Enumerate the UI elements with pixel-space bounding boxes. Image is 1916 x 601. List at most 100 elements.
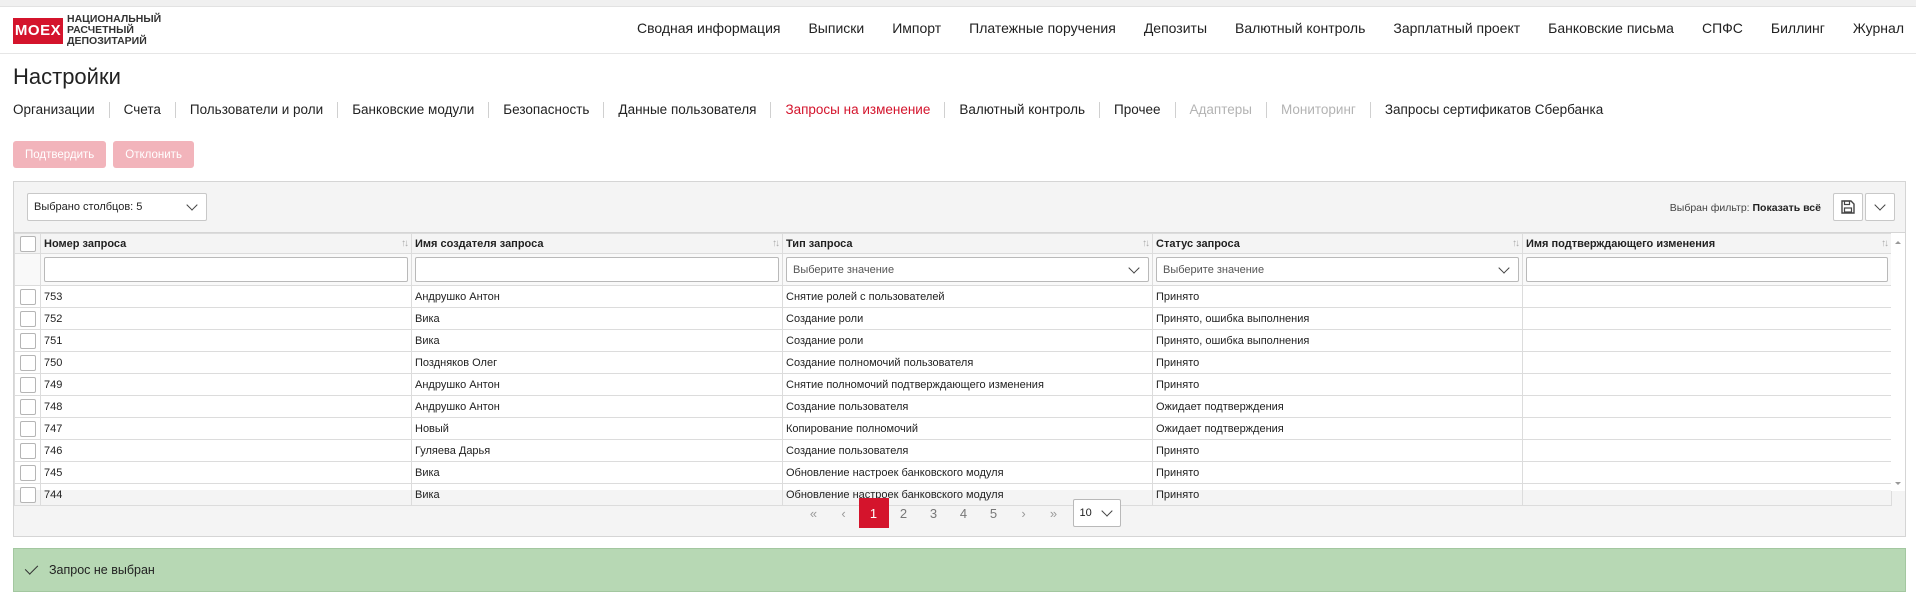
sort-icon[interactable]: ↑↓: [1881, 238, 1889, 249]
table-cell: [1522, 417, 1892, 440]
nav-item[interactable]: СПФС: [1702, 20, 1743, 36]
grid-menu-button[interactable]: [1865, 193, 1895, 221]
row-checkbox[interactable]: [19, 442, 36, 459]
table-cell: 751: [40, 329, 412, 352]
reject-button[interactable]: Отклонить: [113, 141, 194, 168]
settings-tab[interactable]: Запросы на изменение: [770, 102, 944, 118]
table-row[interactable]: 747 Новый Копирование полномочий Ожидает по…: [14, 417, 1892, 440]
nav-item[interactable]: Выписки: [808, 20, 864, 36]
number-filter-input[interactable]: [44, 257, 408, 282]
row-select-cell: [14, 461, 41, 484]
settings-tab[interactable]: Безопасность: [488, 102, 603, 118]
page-button[interactable]: 4: [949, 498, 979, 528]
scroll-up-icon[interactable]: [1891, 237, 1905, 247]
filter-cell-status: Выберите значение: [1152, 253, 1523, 286]
confirm-button[interactable]: Подтвердить: [13, 141, 107, 168]
table-row[interactable]: 748 Андрушко Антон Создание пользователя Ож…: [14, 395, 1892, 418]
table-cell: Вика: [411, 461, 783, 484]
settings-tab[interactable]: Мониторинг: [1265, 102, 1370, 118]
nav-item[interactable]: Платежные поручения: [969, 20, 1116, 36]
filter-info: Выбран фильтр: Показать всё: [1670, 202, 1821, 214]
table-row[interactable]: 752 Вика Создание роли Принято, ошибка выпо…: [14, 307, 1892, 330]
row-checkbox[interactable]: [19, 420, 36, 437]
table-row[interactable]: 751 Вика Создание роли Принято, ошибка выпо…: [14, 329, 1892, 352]
notice-text: Запрос не выбран: [49, 563, 155, 577]
row-checkbox[interactable]: [19, 288, 36, 305]
nav-item[interactable]: Биллинг: [1771, 20, 1825, 36]
nav-item[interactable]: Депозиты: [1144, 20, 1207, 36]
sort-icon[interactable]: ↑↓: [772, 238, 780, 249]
page-button[interactable]: 5: [979, 498, 1009, 528]
nav-item[interactable]: Валютный контроль: [1235, 20, 1365, 36]
vertical-scrollbar[interactable]: [1891, 233, 1905, 491]
row-checkbox[interactable]: [19, 310, 36, 327]
page-button[interactable]: 1: [858, 498, 889, 528]
settings-tab[interactable]: Прочее: [1099, 102, 1174, 118]
table-cell: 748: [40, 395, 412, 418]
nav-item[interactable]: Зарплатный проект: [1393, 20, 1520, 36]
nav-item[interactable]: Банковские письма: [1548, 20, 1674, 36]
sort-icon[interactable]: ↑↓: [1142, 238, 1150, 249]
logo-mark: MOEX: [13, 17, 63, 44]
column-header[interactable]: Номер запроса ↑↓: [40, 233, 412, 254]
table-cell: [1522, 329, 1892, 352]
next-page-button[interactable]: ›: [1009, 498, 1039, 528]
nav-item[interactable]: Сводная информация: [637, 20, 781, 36]
page-button[interactable]: 2: [889, 498, 919, 528]
first-page-button[interactable]: «: [799, 498, 829, 528]
row-checkbox[interactable]: [19, 332, 36, 349]
pagination: « ‹ 12345 › » 10: [14, 490, 1905, 536]
page-size-value: 10: [1079, 507, 1092, 519]
type-filter-select[interactable]: Выберите значение: [786, 257, 1149, 282]
column-header[interactable]: Имя создателя запроса ↑↓: [411, 233, 783, 254]
last-page-button[interactable]: »: [1039, 498, 1069, 528]
row-checkbox[interactable]: [19, 354, 36, 371]
select-all-checkbox[interactable]: [19, 235, 36, 252]
row-checkbox[interactable]: [19, 464, 36, 481]
scroll-down-icon[interactable]: [1891, 479, 1905, 489]
header-row: Номер запроса ↑↓ Имя создателя запроса ↑↓ Ти…: [14, 233, 1892, 254]
settings-tab[interactable]: Пользователи и роли: [174, 102, 337, 118]
nav-item[interactable]: Журнал: [1853, 20, 1904, 36]
settings-tab[interactable]: Данные пользователя: [603, 102, 770, 118]
settings-tab[interactable]: Организации: [13, 102, 109, 118]
table-cell: [1522, 461, 1892, 484]
page-size-select[interactable]: 10: [1072, 499, 1121, 527]
approver-filter-input[interactable]: [1526, 257, 1888, 282]
settings-tab[interactable]: Адаптеры: [1174, 102, 1266, 118]
table-row[interactable]: 749 Андрушко Антон Снятие полномочий подтв…: [14, 373, 1892, 396]
row-checkbox[interactable]: [19, 376, 36, 393]
table-row[interactable]: 746 Гуляева Дарья Создание пользователя При…: [14, 439, 1892, 462]
save-filter-button[interactable]: [1833, 193, 1863, 221]
table-cell: Принято: [1152, 285, 1523, 308]
settings-tab[interactable]: Банковские модули: [337, 102, 488, 118]
table-cell: Принято: [1152, 373, 1523, 396]
column-header[interactable]: Статус запроса ↑↓: [1152, 233, 1523, 254]
table-cell: Ожидает подтверждения: [1152, 417, 1523, 440]
settings-tab[interactable]: Запросы сертификатов Сбербанка: [1369, 102, 1617, 118]
filter-cell-empty: [14, 253, 41, 286]
table-cell: Андрушко Антон: [411, 373, 783, 396]
creator-filter-input[interactable]: [415, 257, 779, 282]
column-header[interactable]: Имя подтверждающего изменения ↑↓: [1522, 233, 1892, 254]
sort-icon[interactable]: ↑↓: [401, 238, 409, 249]
columns-select[interactable]: Выбрано столбцов: 5: [27, 193, 207, 221]
row-checkbox[interactable]: [19, 398, 36, 415]
row-select-cell: [14, 285, 41, 308]
table-cell: 747: [40, 417, 412, 440]
table-row[interactable]: 750 Поздняков Олег Создание полномочий пол…: [14, 351, 1892, 374]
prev-page-button[interactable]: ‹: [829, 498, 859, 528]
settings-tab[interactable]: Валютный контроль: [944, 102, 1099, 118]
page-button[interactable]: 3: [919, 498, 949, 528]
column-header[interactable]: Тип запроса ↑↓: [782, 233, 1153, 254]
status-filter-select[interactable]: Выберите значение: [1156, 257, 1519, 282]
row-select-cell: [14, 417, 41, 440]
settings-tab[interactable]: Счета: [108, 102, 175, 118]
table-row[interactable]: 745 Вика Обновление настроек банковского м…: [14, 461, 1892, 484]
sort-icon[interactable]: ↑↓: [1512, 238, 1520, 249]
filter-cell-creator: [411, 253, 783, 286]
logo[interactable]: MOEX НАЦИОНАЛЬНЫЙ РАСЧЕТНЫЙ ДЕПОЗИТАРИЙ: [13, 14, 161, 47]
table-row[interactable]: 753 Андрушко Антон Снятие ролей с пользова…: [14, 285, 1892, 308]
table-cell: Принято: [1152, 439, 1523, 462]
nav-item[interactable]: Импорт: [892, 20, 941, 36]
